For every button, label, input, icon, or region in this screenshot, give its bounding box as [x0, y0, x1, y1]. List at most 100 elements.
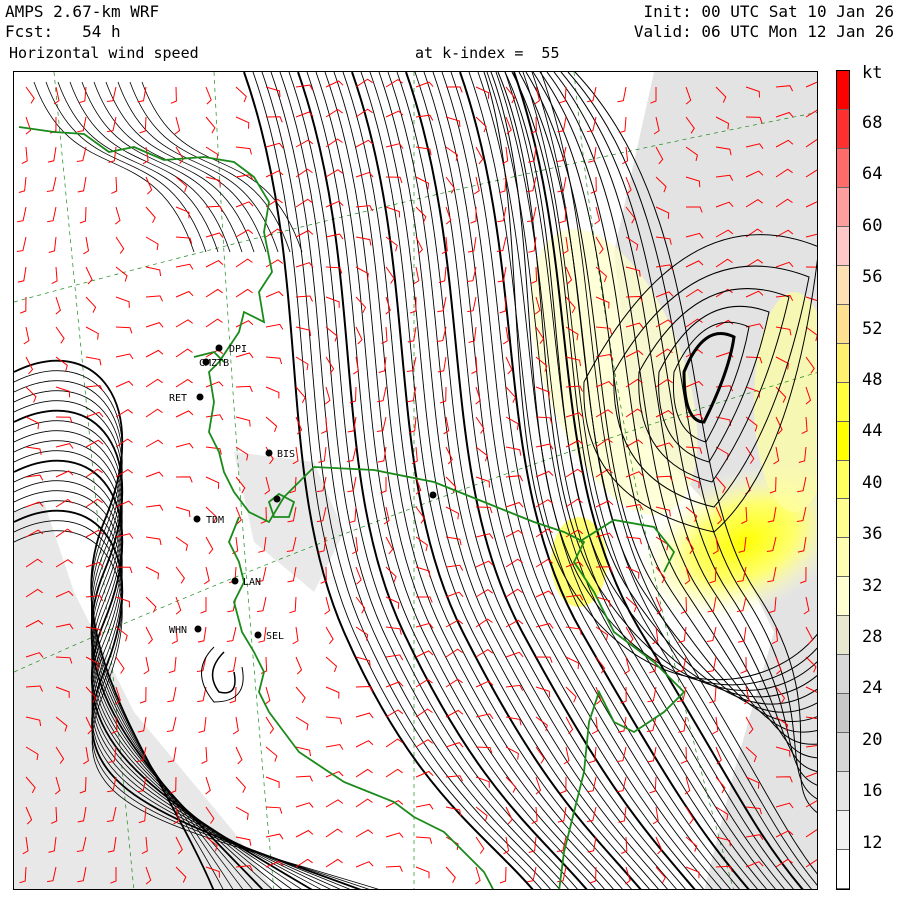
wind-barb: [265, 416, 278, 432]
wind-barb: [51, 266, 58, 285]
wind-barb: [76, 146, 87, 162]
wind-barb: [295, 858, 313, 868]
wind-barb: [175, 596, 182, 615]
wind-barb: [17, 266, 27, 283]
stn-dpi-marker[interactable]: [215, 344, 223, 352]
colorbar-segment: [837, 655, 849, 695]
wind-barb: [145, 504, 164, 511]
colorbar-tick-label: 56: [862, 267, 883, 288]
colorbar-segment: [837, 187, 849, 227]
wind-barb: [175, 263, 194, 270]
wind-barb: [145, 408, 163, 418]
wind-barb: [201, 746, 208, 764]
wind-barb: [616, 746, 627, 762]
wind-barb: [385, 832, 404, 838]
stn-whn-marker[interactable]: [194, 625, 202, 633]
wind-barb: [235, 229, 254, 238]
wind-barb: [385, 626, 402, 635]
wind-barb: [175, 348, 193, 358]
wind-barb: [589, 866, 597, 884]
colorbar-segment: [837, 226, 849, 266]
wind-barb: [235, 385, 253, 393]
wind-barb: [205, 414, 224, 421]
wind-barb: [205, 476, 220, 489]
wind-barb: [21, 146, 28, 165]
wind-barb: [415, 803, 434, 810]
wind-barb: [355, 798, 373, 808]
wind-barb: [175, 290, 194, 298]
stn-lan-marker[interactable]: [231, 577, 239, 585]
wind-barb: [265, 386, 280, 399]
wind-barb: [325, 799, 344, 808]
wind-barb: [445, 591, 464, 598]
wind-barb: [471, 356, 478, 374]
wind-barb: [145, 349, 164, 358]
wind-barb: [325, 656, 338, 673]
map-canvas: DPI CMZTB RET BIS TDM LAN WHN SEL: [14, 72, 817, 889]
colorbar-tick-label: 36: [862, 524, 883, 545]
wind-barb: [265, 323, 284, 330]
stn-sel-marker[interactable]: [254, 631, 262, 639]
wind-barb: [385, 78, 403, 88]
wind-barb: [505, 746, 519, 760]
wind-barb: [715, 776, 726, 794]
wind-barb: [415, 114, 434, 121]
map-panel: DPI CMZTB RET BIS TDM LAN WHN SEL: [13, 71, 818, 890]
wind-barb: [55, 443, 74, 449]
stn-bis-marker[interactable]: [265, 449, 273, 457]
wind-barb: [205, 776, 211, 795]
wind-barb: [445, 678, 463, 688]
wind-barb: [197, 686, 207, 703]
colorbar-segment: [837, 421, 849, 461]
wind-barb: [355, 861, 374, 868]
wind-barb: [235, 746, 243, 765]
wind-barb: [145, 566, 160, 580]
stn-dpi-label: DPI: [229, 344, 247, 355]
colorbar-segment: [837, 265, 849, 305]
wind-barb: [475, 713, 494, 720]
wind-barb: [227, 656, 237, 673]
wind-barb: [235, 258, 253, 268]
wind-barb: [145, 471, 164, 478]
wind-barb: [175, 506, 191, 518]
wind-barb: [355, 768, 373, 778]
wind-barb: [505, 475, 524, 482]
streamline: [141, 81, 303, 253]
wind-barb: [265, 833, 284, 840]
model-title: AMPS 2.67-km WRF: [5, 2, 160, 21]
wind-barb: [292, 626, 299, 645]
colorbar-segment: [837, 616, 849, 656]
wind-barb: [355, 326, 363, 345]
wind-barb: [325, 296, 340, 308]
stn-tdm-label: TDM: [206, 515, 224, 526]
stn-whn-label: WHN: [169, 625, 187, 636]
wind-barb: [325, 686, 340, 699]
colorbar-tick-label: 64: [862, 164, 883, 185]
wind-barb: [226, 626, 237, 642]
colorbar-segment: [837, 304, 849, 344]
stn-ret-marker[interactable]: [196, 393, 204, 401]
wind-barb: [115, 656, 125, 674]
stn-tdm-marker[interactable]: [193, 515, 201, 523]
wind-barb: [175, 410, 194, 418]
wind-barb: [321, 416, 328, 434]
colorbar-segment: [837, 733, 849, 773]
inland-station-marker[interactable]: [429, 491, 437, 499]
wind-barb: [114, 206, 121, 225]
wind-barb: [535, 623, 554, 629]
wind-barb: [624, 656, 630, 675]
wind-barb: [55, 296, 61, 315]
colorbar-segment: [837, 343, 849, 383]
wind-barb: [325, 200, 344, 208]
colorbar-segment: [837, 811, 849, 851]
wind-barb: [355, 712, 374, 719]
wind-barb: [502, 326, 509, 345]
wind-barb: [25, 446, 42, 456]
wind-barb: [205, 536, 214, 555]
coastal-station-marker[interactable]: [273, 495, 281, 503]
colorbar-tick-label: 16: [862, 781, 883, 802]
wind-barb: [77, 116, 87, 133]
wind-barb: [175, 476, 193, 483]
wind-barb: [355, 685, 373, 693]
wind-barb: [295, 775, 313, 782]
